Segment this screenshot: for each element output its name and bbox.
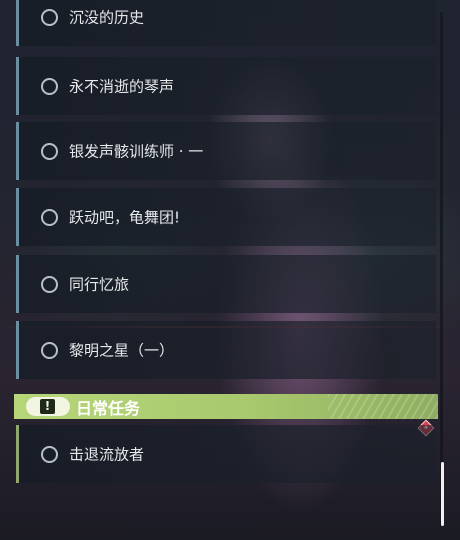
quest-item[interactable]: 银发声骸训练师 · 一 xyxy=(16,122,436,180)
daily-quest-section-header[interactable]: ! 日常任务 xyxy=(14,394,438,419)
quest-status-circle-icon xyxy=(41,142,58,160)
quest-label: 沉没的历史 xyxy=(69,8,145,27)
quest-label: 跃动吧，龟舞团! xyxy=(69,208,181,227)
quest-item[interactable]: 黎明之星（一） xyxy=(16,321,436,379)
quest-status-circle-icon xyxy=(41,341,58,359)
quest-item[interactable]: 跃动吧，龟舞团! xyxy=(16,188,436,246)
quest-label: 同行忆旅 xyxy=(69,275,130,294)
quest-status-circle-icon xyxy=(41,8,58,26)
quest-item[interactable]: 永不消逝的琴声 xyxy=(16,57,436,115)
quest-status-circle-icon xyxy=(41,445,58,463)
scrollbar-track[interactable] xyxy=(440,12,443,526)
quest-label: 银发声骸训练师 · 一 xyxy=(69,142,204,161)
alert-icon: ! xyxy=(40,399,55,414)
quest-status-circle-icon xyxy=(41,77,58,95)
scrollbar-thumb[interactable] xyxy=(441,462,444,526)
section-title: 日常任务 xyxy=(76,398,141,418)
quest-item[interactable]: 沉没的历史 xyxy=(16,0,436,46)
quest-label: 永不消逝的琴声 xyxy=(69,77,175,96)
quest-label: 击退流放者 xyxy=(69,445,145,464)
daily-section-icon-badge: ! xyxy=(26,397,70,416)
daily-quest-item[interactable]: 击退流放者 xyxy=(16,425,436,483)
quest-list: 沉没的历史 永不消逝的琴声 银发声骸训练师 · 一 跃动吧，龟舞团! 同行忆旅 … xyxy=(0,0,440,540)
quest-status-circle-icon xyxy=(41,208,58,226)
quest-label: 黎明之星（一） xyxy=(69,341,175,360)
header-hatch-decoration xyxy=(328,394,438,419)
quest-status-circle-icon xyxy=(41,275,58,293)
quest-item[interactable]: 同行忆旅 xyxy=(16,255,436,313)
